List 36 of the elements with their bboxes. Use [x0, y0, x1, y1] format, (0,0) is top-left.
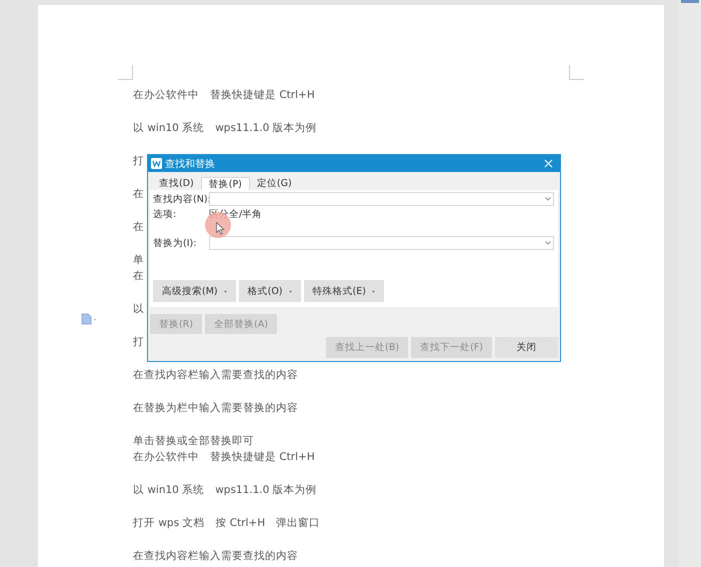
app-icon	[151, 158, 162, 169]
field-label: 查找内容(N):	[153, 192, 209, 206]
menu-button[interactable]: 高级搜索(M)	[153, 280, 236, 302]
dot-icon	[224, 290, 227, 292]
text-line: 在查找内容栏输入需要查找的内容	[133, 549, 298, 564]
dot-icon	[288, 290, 292, 292]
document-icon[interactable]	[81, 313, 98, 325]
text-line: 打开 wps 文档 按 Ctrl+H 弹出窗口	[133, 516, 320, 531]
options-label: 选项:	[153, 208, 178, 220]
close-icon	[544, 159, 552, 168]
cursor-icon	[216, 222, 225, 235]
text-line: 在查找内容栏输入需要查找的内容	[133, 368, 298, 383]
text-line: 单击替换或全部替换即可	[133, 434, 254, 449]
text-line: 在办公软件中 替换快捷键是 Ctrl+H	[133, 450, 315, 465]
text-line: 在	[133, 220, 144, 235]
button[interactable]: 关闭	[495, 337, 558, 358]
text-line: 打	[133, 154, 144, 169]
menu-button[interactable]: 格式(O)	[238, 280, 300, 302]
text-line: 以 win10 系统 wps11.1.0 版本为例	[133, 121, 317, 136]
text-line: 以 win10 系统 wps11.1.0 版本为例	[133, 483, 317, 498]
window-title: 查找和替换	[165, 158, 215, 170]
scrollbar[interactable]	[679, 0, 701, 567]
options-text: 区分全/半角	[209, 208, 262, 220]
text-line: 在办公软件中 替换快捷键是 Ctrl+H	[133, 88, 315, 103]
text-line: 单	[133, 253, 144, 268]
field-label: 替换为(I):	[153, 236, 198, 250]
text-line: 在	[133, 269, 144, 284]
input-field[interactable]	[209, 192, 554, 206]
dot-icon	[372, 290, 375, 292]
text-line: 在	[133, 187, 144, 202]
tab[interactable]: 替换(P)	[200, 177, 250, 190]
menu-button[interactable]: 特殊格式(E)	[304, 280, 384, 302]
text-line: 以	[133, 302, 144, 317]
text-line: 打	[133, 335, 144, 350]
text-line: 在替换为栏中输入需要替换的内容	[133, 401, 298, 416]
input-field[interactable]	[209, 236, 554, 250]
